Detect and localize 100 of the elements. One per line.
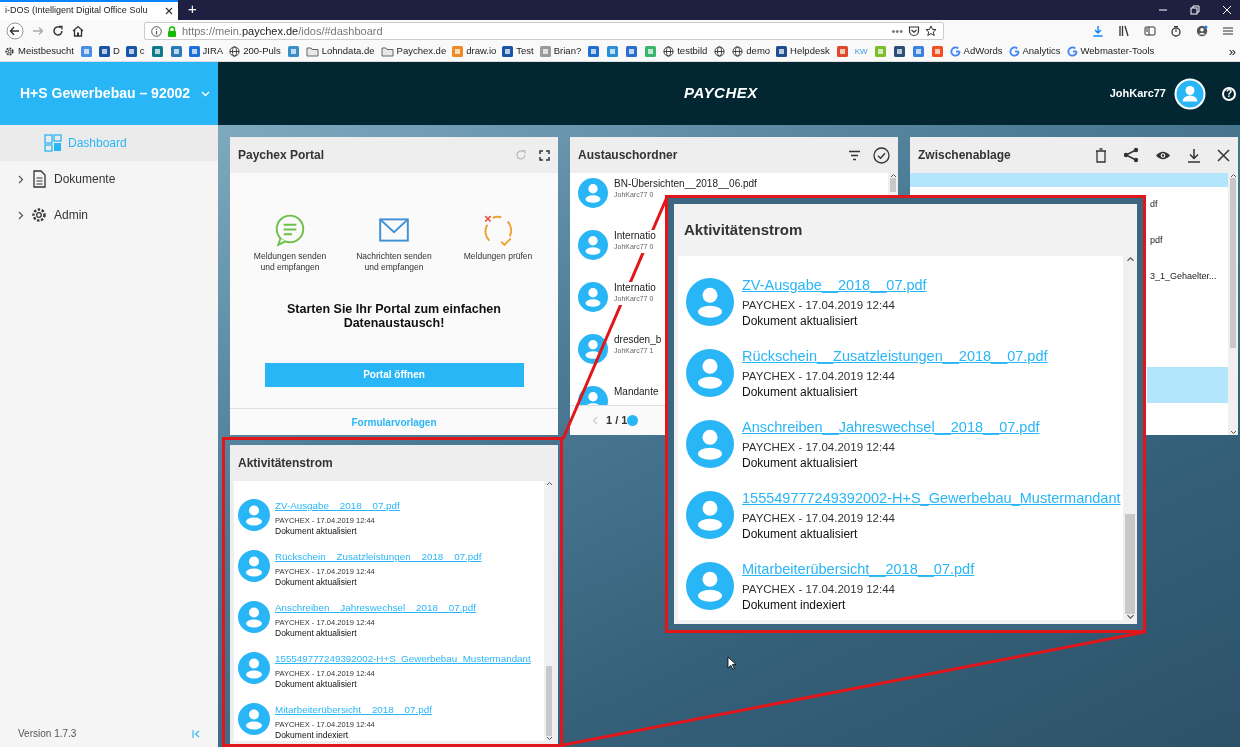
eye-icon[interactable] <box>1155 149 1171 161</box>
lock-icon <box>167 25 177 37</box>
file-name: BN-Übersichten__2018__06.pdf <box>614 178 757 190</box>
scroll-down-icon[interactable] <box>1125 614 1135 620</box>
scroll-up-icon[interactable] <box>889 173 897 178</box>
bookmark-icon[interactable] <box>287 46 299 57</box>
avatar-icon <box>578 282 608 312</box>
bookmark[interactable]: demo <box>732 44 771 59</box>
filter-icon[interactable] <box>848 149 861 161</box>
bookmark[interactable]: Meistbesucht <box>4 44 74 59</box>
avatar-icon <box>578 230 608 260</box>
scrollbar-thumb[interactable] <box>1230 178 1236 348</box>
star-icon[interactable] <box>925 25 937 37</box>
bookmark-icon[interactable] <box>170 46 182 57</box>
file-name: dresden_b <box>614 334 662 346</box>
timer-icon[interactable] <box>1170 25 1182 37</box>
bookmark-icon[interactable] <box>931 46 943 57</box>
scroll-down-icon[interactable] <box>545 736 553 741</box>
bookmark-icon[interactable] <box>607 46 619 57</box>
scroll-up-icon[interactable] <box>1229 173 1237 178</box>
download-icon[interactable] <box>1187 147 1201 163</box>
document-icon <box>30 170 48 188</box>
google-icon <box>1008 46 1020 57</box>
bookmark-icon[interactable] <box>588 46 600 57</box>
activity-meta: PAYCHEX - 17.04.2019 12:44 <box>742 298 896 314</box>
scrollbar-thumb[interactable] <box>546 666 552 736</box>
new-tab-button[interactable]: + <box>178 0 207 20</box>
bookmark-icon[interactable] <box>626 46 638 57</box>
pocket-icon[interactable] <box>908 25 920 37</box>
download-icon[interactable] <box>1092 25 1104 37</box>
bookmark[interactable]: 200-Puls <box>229 44 281 59</box>
sidebar-icon[interactable] <box>1144 25 1156 37</box>
bookmark-icon[interactable] <box>151 46 163 57</box>
activity-status: Dokument aktualisiert <box>742 526 859 543</box>
activity-status: Dokument indexiert <box>742 597 847 614</box>
activity-status: Dokument aktualisiert <box>742 384 859 401</box>
bookmark[interactable]: testbild <box>663 44 708 59</box>
gear-icon <box>30 206 48 224</box>
avatar-icon <box>686 561 734 610</box>
bookmark[interactable]: Test <box>502 44 534 59</box>
activity-status: Dokument aktualisiert <box>275 576 358 588</box>
url-text: https://mein.paychex.de/idos/#dashboard <box>182 23 383 39</box>
file-name: df <box>1150 198 1158 212</box>
bookmark[interactable]: Paychex.de <box>380 44 447 59</box>
bookmark[interactable]: Brian? <box>539 44 582 59</box>
bookmark[interactable]: Analytics <box>1008 44 1061 59</box>
scroll-down-icon[interactable] <box>1229 430 1237 435</box>
avatar-icon[interactable] <box>1174 77 1206 110</box>
mouse-pointer-icon <box>727 656 737 670</box>
card-title: Aktivitätenstrom <box>684 219 803 240</box>
avatar-icon <box>238 600 270 633</box>
close-icon[interactable] <box>165 7 173 15</box>
scrollbar-thumb[interactable] <box>1125 514 1135 614</box>
page-actions-button[interactable]: ••• <box>891 22 903 40</box>
activity-status: Dokument aktualisiert <box>275 627 358 639</box>
avatar-icon <box>686 348 734 397</box>
address-bar[interactable]: https://mein.paychex.de/idos/#dashboard ••• <box>144 22 944 40</box>
help-button[interactable]: ? <box>1222 86 1236 101</box>
page-indicator: 1 / 1 <box>606 413 628 429</box>
library-icon[interactable] <box>1118 25 1130 37</box>
bookmark[interactable]: AdWords <box>949 44 1003 59</box>
chevron-right-icon <box>18 174 24 184</box>
bookmark[interactable]: Lohndata.de <box>305 44 375 59</box>
scroll-up-icon[interactable] <box>545 481 553 486</box>
folder-icon <box>305 46 319 57</box>
bookmark[interactable]: c <box>125 44 145 59</box>
bookmark[interactable]: JIRA <box>188 44 224 59</box>
sidebar-item[interactable]: Admin <box>0 197 218 233</box>
menu-icon[interactable] <box>1222 25 1234 37</box>
avatar-icon <box>238 651 270 684</box>
bookmark[interactable]: Webmaster-Tools <box>1066 44 1155 59</box>
bookmark[interactable]: draw.io <box>452 44 497 59</box>
page-slider-handle[interactable] <box>627 415 639 426</box>
share-icon[interactable] <box>1123 147 1139 163</box>
avatar-icon <box>238 549 270 582</box>
globe-icon[interactable] <box>714 46 726 57</box>
account-icon[interactable] <box>1196 25 1208 37</box>
browser-tab[interactable]: i-DOS (Intelligent Digital Office Solu <box>0 0 178 20</box>
bookmark-icon[interactable] <box>836 46 848 57</box>
scroll-up-icon[interactable] <box>1125 256 1135 262</box>
activity-status: Dokument aktualisiert <box>275 678 358 690</box>
bookmark[interactable]: D <box>99 44 120 59</box>
restore-icon[interactable] <box>1190 5 1200 15</box>
bookmark-icon[interactable] <box>912 46 924 57</box>
trash-icon[interactable] <box>1095 147 1107 163</box>
scrollbar-thumb[interactable] <box>890 178 896 192</box>
activity-status: Dokument aktualisiert <box>742 455 859 472</box>
reload-icon[interactable] <box>52 25 64 37</box>
fullscreen-icon[interactable] <box>539 149 550 161</box>
bookmark-icon[interactable] <box>893 46 905 57</box>
close-icon[interactable] <box>1217 148 1230 162</box>
check-circle-icon[interactable] <box>873 146 890 164</box>
folder-icon <box>380 46 394 57</box>
bookmarks-overflow-button[interactable]: » <box>1228 41 1236 62</box>
home-icon[interactable] <box>72 25 84 37</box>
file-name: Internatio <box>614 282 656 294</box>
activity-meta: PAYCHEX - 17.04.2019 12:44 <box>742 582 896 598</box>
back-icon[interactable] <box>6 22 24 40</box>
sidebar-item[interactable]: Dokumente <box>0 161 218 197</box>
bookmark[interactable]: Helpdesk <box>776 44 830 59</box>
